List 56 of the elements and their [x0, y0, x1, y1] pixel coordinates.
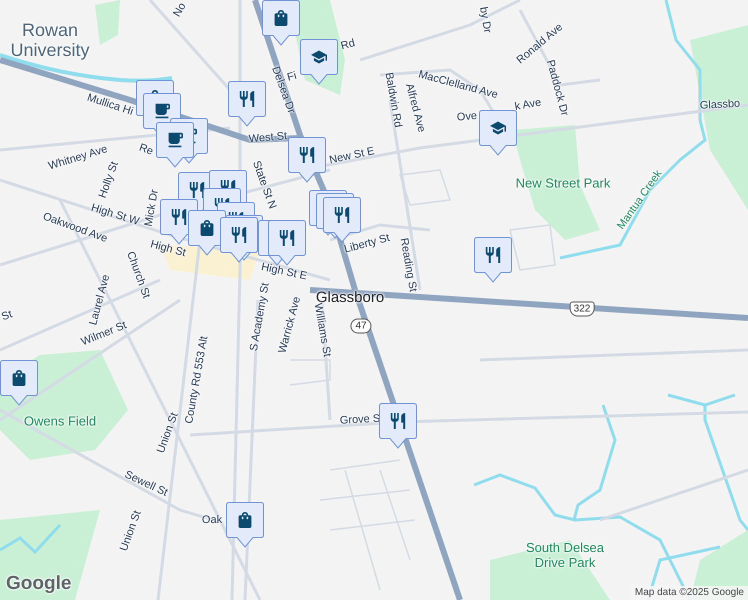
street-label: New St E: [328, 144, 376, 168]
graduation-cap-icon: [311, 49, 327, 65]
street-label: High St E: [260, 260, 308, 282]
street-label: Williams St: [310, 302, 333, 358]
street-label: Ove: [456, 108, 478, 126]
street-label: Laurel Ave: [86, 272, 114, 327]
map-pin[interactable]: [474, 237, 512, 283]
street-label: County Rd 553 Alt: [182, 334, 212, 426]
street-label: Warrick Ave: [275, 294, 304, 356]
street-label: Union St: [154, 410, 182, 456]
fork-knife-icon: [299, 147, 315, 163]
street-label: Mullica Hi: [84, 90, 136, 120]
shopping-bag-icon: [11, 370, 27, 386]
street-label: High St W: [88, 200, 142, 230]
street-label: Liberty St: [342, 230, 392, 258]
street-label: k Ave: [513, 96, 543, 115]
street-label: Paddock Dr: [544, 58, 572, 118]
pin-stack-drawing[interactable]: [136, 80, 208, 168]
park-area: [95, 0, 120, 45]
fork-knife-icon: [239, 91, 255, 107]
map-pin[interactable]: [379, 403, 417, 449]
street-label: Glassbo: [699, 96, 741, 114]
park-label: South Delsea Drive Park: [524, 540, 606, 570]
street-label: State St N: [249, 158, 280, 212]
street-label: Rd: [339, 36, 357, 54]
map-pin[interactable]: [226, 502, 264, 548]
map-pin[interactable]: [300, 39, 338, 85]
place-label: Rowan University: [9, 20, 90, 60]
street-label: Fi: [286, 70, 299, 84]
fork-knife-icon: [390, 413, 406, 429]
street-label: Re: [136, 140, 156, 160]
route-shield: 47: [350, 318, 372, 334]
street-label: West St: [248, 129, 288, 148]
street-label: Alfred Ave: [402, 82, 428, 134]
map-pin[interactable]: [288, 137, 326, 183]
map-pin[interactable]: [262, 0, 300, 46]
shopping-bag-icon: [237, 512, 253, 528]
map-pin[interactable]: [0, 360, 38, 406]
route-shield: 322: [570, 302, 594, 316]
street-label: Reading St: [396, 236, 420, 294]
street-label: Union St: [116, 508, 145, 554]
park-label: New Street Park: [514, 176, 612, 190]
street-label: Oak: [202, 512, 222, 528]
park-label: Owens Field: [22, 414, 98, 428]
street-label: No: [170, 0, 190, 20]
map-pin[interactable]: [479, 110, 517, 156]
map-pin[interactable]: [228, 81, 266, 127]
street-label: S Academy St: [246, 282, 273, 352]
fork-knife-icon: [485, 247, 501, 263]
google-logo: Google: [6, 572, 72, 596]
shopping-bag-icon: [273, 10, 289, 26]
graduation-cap-icon: [490, 120, 506, 136]
street-label: Baldwin Rd: [382, 71, 405, 129]
street-label: Mick Dr: [142, 188, 162, 228]
street-label: St: [0, 307, 15, 326]
street-label: by Dr: [476, 6, 494, 34]
